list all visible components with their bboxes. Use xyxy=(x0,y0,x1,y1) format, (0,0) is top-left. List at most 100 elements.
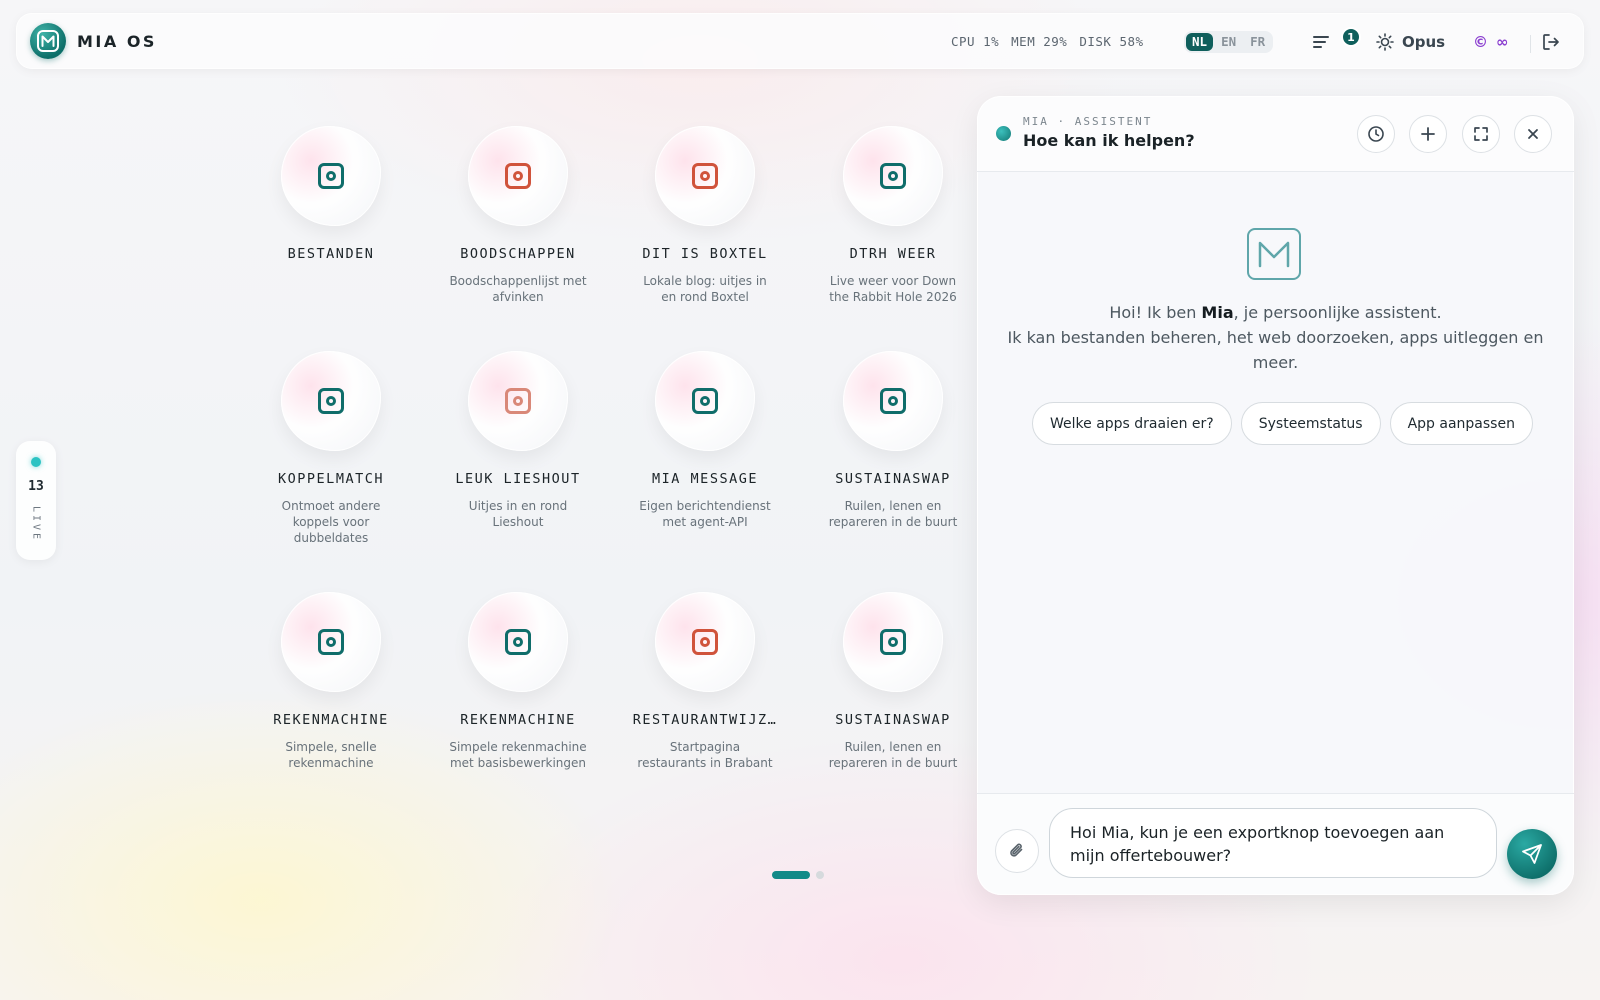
app-description: Uitjes in en rond Lieshout xyxy=(468,499,568,529)
suggestion-chip[interactable]: Welke apps draaien er? xyxy=(1032,402,1232,445)
app-tile[interactable]: BOODSCHAPPEN Boodschappenlijst met afvink… xyxy=(443,126,593,305)
app-name: DTRH WEER xyxy=(849,246,937,262)
assistant-name: Mia xyxy=(1201,303,1234,322)
app-name: BOODSCHAPPEN xyxy=(460,246,576,262)
page-indicator xyxy=(772,871,824,879)
lang-fr[interactable]: FR xyxy=(1244,33,1271,51)
app-icon-bubble xyxy=(655,126,755,226)
app-name: SUSTAINASWAP xyxy=(835,712,951,728)
lang-nl[interactable]: NL xyxy=(1186,33,1214,51)
app-description: Eigen berichtendienst met agent-API xyxy=(639,499,771,529)
attach-button[interactable] xyxy=(995,829,1039,873)
app-name: SUSTAINASWAP xyxy=(835,471,951,487)
assistant-panel: MIA · ASSISTENT Hoe kan ik helpen? Hoi! … xyxy=(977,96,1574,895)
new-chat-button[interactable] xyxy=(1409,115,1447,153)
credits-icon: © xyxy=(1473,33,1488,51)
app-description: Ruilen, lenen en repareren in de buurt xyxy=(828,499,958,529)
lang-en[interactable]: EN xyxy=(1215,33,1242,51)
model-selector[interactable]: Opus xyxy=(1376,31,1445,53)
app-tile[interactable]: REKENMACHINE Simpele rekenmachine met bas… xyxy=(443,592,593,771)
disk-stat: DISK 58% xyxy=(1079,33,1144,49)
app-tile[interactable]: REKENMACHINE Simpele, snelle rekenmachine xyxy=(256,592,406,771)
app-name: LEUK LIESHOUT xyxy=(455,471,581,487)
app-description: Simpele, snelle rekenmachine xyxy=(285,740,377,770)
app-name: BESTANDEN xyxy=(287,246,375,262)
app-icon-bubble xyxy=(281,351,381,451)
app-icon-bubble xyxy=(843,126,943,226)
expand-icon xyxy=(1474,127,1488,141)
app-name: RESTAURANTWIJZ… xyxy=(632,712,778,728)
list-icon[interactable] xyxy=(1310,31,1332,53)
app-icon xyxy=(880,163,906,189)
model-label: Opus xyxy=(1402,33,1446,51)
app-icon-bubble xyxy=(281,592,381,692)
chat-kicker: MIA · ASSISTENT xyxy=(1023,115,1153,128)
paperclip-icon xyxy=(1010,843,1023,857)
top-bar: MIA OS CPU 1% MEM 29% DISK 58% NL EN FR … xyxy=(16,13,1584,69)
assistant-greeting: Hoi! Ik ben Mia, je persoonlijke assiste… xyxy=(1007,300,1544,375)
app-icon xyxy=(505,163,531,189)
greeting-line-2: Ik kan bestanden beheren, het web doorzo… xyxy=(1007,328,1544,372)
app-tile[interactable]: DIT IS BOXTEL Lokale blog: uitjes in en r… xyxy=(630,126,780,305)
app-description: Simpele rekenmachine met basisbewerkinge… xyxy=(449,740,587,770)
app-tile[interactable]: MIA MESSAGE Eigen berichtendienst met age… xyxy=(630,351,780,530)
fullscreen-button[interactable] xyxy=(1462,115,1500,153)
app-icon xyxy=(505,388,531,414)
app-icon xyxy=(318,388,344,414)
app-name: REKENMACHINE xyxy=(460,712,576,728)
app-tile[interactable]: LEUK LIESHOUT Uitjes in en rond Lieshout xyxy=(443,351,593,530)
app-tile[interactable]: RESTAURANTWIJZ… Startpagina restaurants i… xyxy=(630,592,780,771)
live-indicator[interactable]: 13 LIVE xyxy=(16,441,56,560)
credits-value: ∞ xyxy=(1496,33,1509,51)
chat-input[interactable]: Hoi Mia, kun je een exportknop toevoegen… xyxy=(1049,808,1497,878)
page-dot-active[interactable] xyxy=(772,871,810,879)
mia-mark-icon xyxy=(1247,228,1301,280)
mia-logo-icon xyxy=(30,23,66,59)
app-description: Live weer voor Down the Rabbit Hole 2026 xyxy=(829,274,957,304)
app-tile[interactable]: BESTANDEN xyxy=(256,126,406,273)
app-icon-bubble xyxy=(468,592,568,692)
app-icon xyxy=(318,163,344,189)
divider xyxy=(1530,35,1531,53)
app-description: Boodschappenlijst met afvinken xyxy=(449,274,587,304)
app-icon-bubble xyxy=(655,592,755,692)
app-tile[interactable]: KOPPELMATCH Ontmoet andere koppels voor d… xyxy=(256,351,406,546)
page-dot[interactable] xyxy=(816,871,824,879)
history-button[interactable] xyxy=(1357,115,1395,153)
app-icon-bubble xyxy=(281,126,381,226)
chat-title: Hoe kan ik helpen? xyxy=(1023,131,1195,150)
language-switcher: NL EN FR xyxy=(1184,31,1274,53)
chat-composer: Hoi Mia, kun je een exportknop toevoegen… xyxy=(977,793,1574,895)
app-icon xyxy=(880,629,906,655)
close-button[interactable] xyxy=(1514,115,1552,153)
app-tile[interactable]: DTRH WEER Live weer voor Down the Rabbit … xyxy=(818,126,968,305)
send-button[interactable] xyxy=(1507,829,1557,879)
suggestion-chip[interactable]: Systeemstatus xyxy=(1240,402,1381,445)
notification-badge: 1 xyxy=(1341,27,1361,47)
assistant-status-dot xyxy=(996,126,1011,141)
app-icon xyxy=(318,629,344,655)
app-icon-bubble xyxy=(655,351,755,451)
app-icon xyxy=(505,629,531,655)
sun-icon xyxy=(1376,33,1394,51)
credits[interactable]: © ∞ xyxy=(1473,31,1509,53)
brand[interactable]: MIA OS xyxy=(30,23,157,59)
brand-name: MIA OS xyxy=(77,31,157,51)
app-icon xyxy=(880,388,906,414)
app-icon xyxy=(692,388,718,414)
logout-icon[interactable] xyxy=(1540,31,1562,53)
suggestion-chips: Welke apps draaien er? Systeemstatus App… xyxy=(1032,402,1533,445)
chat-header: MIA · ASSISTENT Hoe kan ik helpen? xyxy=(977,96,1574,172)
system-stats: CPU 1% MEM 29% DISK 58% xyxy=(951,13,1144,69)
app-description: Ontmoet andere koppels voor dubbeldates xyxy=(281,499,381,545)
app-icon xyxy=(692,629,718,655)
app-tile[interactable]: SUSTAINASWAP Ruilen, lenen en repareren i… xyxy=(818,592,968,771)
app-icon-bubble xyxy=(843,351,943,451)
app-name: KOPPELMATCH xyxy=(278,471,384,487)
live-count: 13 xyxy=(28,479,44,494)
app-icon-bubble xyxy=(843,592,943,692)
app-name: DIT IS BOXTEL xyxy=(642,246,768,262)
suggestion-chip[interactable]: App aanpassen xyxy=(1389,402,1533,445)
app-tile[interactable]: SUSTAINASWAP Ruilen, lenen en repareren i… xyxy=(818,351,968,530)
cpu-stat: CPU 1% xyxy=(951,33,1000,49)
